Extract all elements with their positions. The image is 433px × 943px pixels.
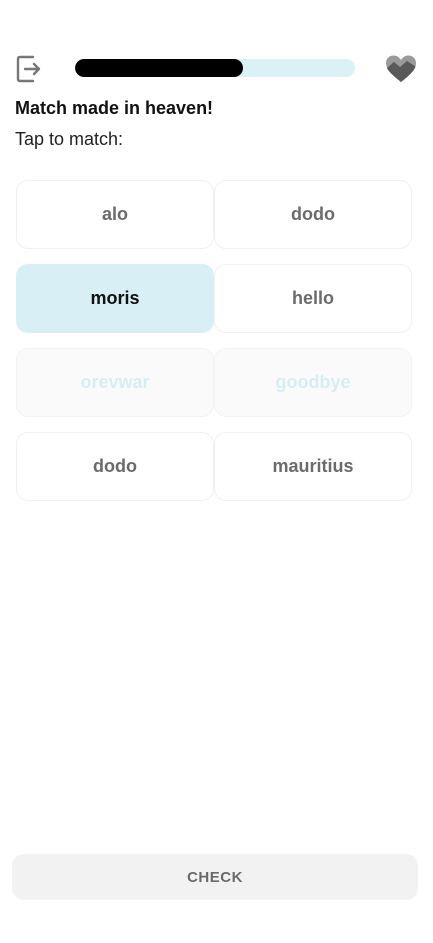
match-row: orevwar goodbye xyxy=(16,348,412,417)
exercise-title: Match made in heaven! xyxy=(15,98,214,118)
check-button[interactable]: CHECK xyxy=(12,854,418,900)
heart-icon xyxy=(386,55,416,82)
match-tile-orevwar: orevwar xyxy=(16,348,214,417)
top-bar xyxy=(0,52,433,86)
match-grid: alo dodo moris hello orevwar goodbye dod… xyxy=(16,180,412,516)
match-row: alo dodo xyxy=(16,180,412,249)
match-tile-hello[interactable]: hello xyxy=(214,264,412,333)
lesson-progress-fill xyxy=(75,59,243,77)
match-tile-mauritius[interactable]: mauritius xyxy=(214,432,412,501)
match-tile-dodo[interactable]: dodo xyxy=(214,180,412,249)
match-tile-goodbye: goodbye xyxy=(214,348,412,417)
exercise-instruction: Tap to match: xyxy=(15,129,124,149)
match-row: dodo mauritius xyxy=(16,432,412,501)
exit-icon[interactable] xyxy=(15,54,43,84)
match-tile-alo[interactable]: alo xyxy=(16,180,214,249)
match-tile-moris[interactable]: moris xyxy=(16,264,214,333)
lesson-progress-bar xyxy=(75,59,355,77)
match-row: moris hello xyxy=(16,264,412,333)
match-tile-dodo[interactable]: dodo xyxy=(16,432,214,501)
match-exercise-screen: Match made in heaven! Tap to match: alo … xyxy=(0,0,433,943)
